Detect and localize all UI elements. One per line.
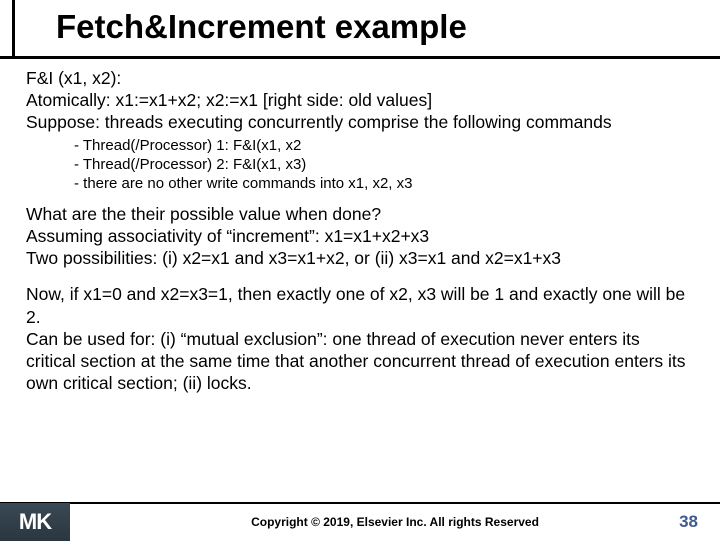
body-line: Suppose: threads executing concurrently … bbox=[26, 111, 694, 133]
body-subline: - Thread(/Processor) 2: F&I(x1, x3) bbox=[74, 155, 694, 174]
logo-initials: MK bbox=[19, 509, 51, 535]
copyright-text: Copyright © 2019, Elsevier Inc. All righ… bbox=[70, 515, 720, 529]
body-line: What are the their possible value when d… bbox=[26, 203, 694, 225]
publisher-logo: MK bbox=[0, 503, 70, 541]
header: Fetch&Increment example bbox=[0, 0, 720, 59]
body-line: Now, if x1=0 and x2=x3=1, then exactly o… bbox=[26, 283, 694, 327]
body-line: Atomically: x1:=x1+x2; x2:=x1 [right sid… bbox=[26, 89, 694, 111]
body-line: Two possibilities: (i) x2=x1 and x3=x1+x… bbox=[26, 247, 694, 269]
page-number: 38 bbox=[679, 512, 698, 532]
body-line: Assuming associativity of “increment”: x… bbox=[26, 225, 694, 247]
body-line: Can be used for: (i) “mutual exclusion”:… bbox=[26, 328, 694, 395]
body-subline: - there are no other write commands into… bbox=[74, 174, 694, 193]
body-line: F&I (x1, x2): bbox=[26, 67, 694, 89]
header-vertical-rule bbox=[12, 0, 15, 59]
footer: MK Copyright © 2019, Elsevier Inc. All r… bbox=[0, 502, 720, 540]
slide-body: F&I (x1, x2): Atomically: x1:=x1+x2; x2:… bbox=[0, 59, 720, 395]
slide-title: Fetch&Increment example bbox=[56, 8, 467, 46]
body-subline: - Thread(/Processor) 1: F&I(x1, x2 bbox=[74, 136, 694, 155]
